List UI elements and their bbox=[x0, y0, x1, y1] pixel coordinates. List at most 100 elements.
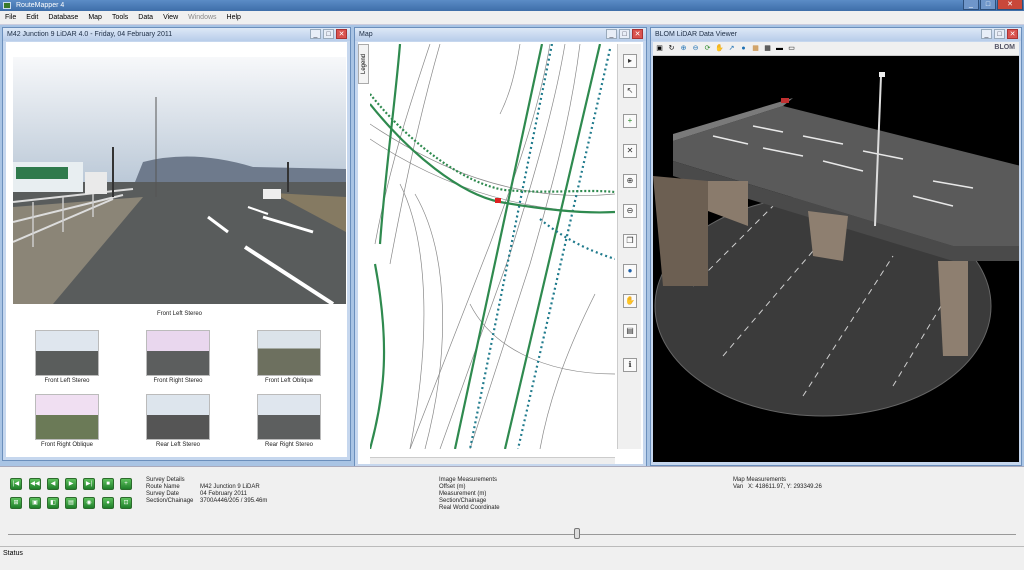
survey-value: M42 Junction 9 LiDAR bbox=[200, 484, 260, 490]
van-label: Van bbox=[733, 484, 744, 490]
menu-file[interactable]: File bbox=[0, 11, 21, 25]
thumbnail-caption: Front Right Stereo bbox=[153, 378, 203, 384]
survey-label: Route Name bbox=[146, 484, 180, 490]
menu-database[interactable]: Database bbox=[43, 11, 83, 25]
map-measurements: Map Measurements Van X: 418611.97, Y: 293… bbox=[733, 477, 953, 491]
panel-close-button[interactable]: ✕ bbox=[336, 29, 347, 39]
survey-label: Section/Chainage bbox=[146, 498, 194, 504]
video-panel-title: M42 Junction 9 LiDAR 4.0 - Friday, 04 Fe… bbox=[7, 31, 173, 38]
panel-close-button[interactable]: ✕ bbox=[632, 29, 643, 39]
thumbnail-caption: Front Left Stereo bbox=[44, 378, 90, 384]
lidar-panel-body: ▣ ↻ ⊕ ⊖ ⟳ ✋ ↗ ● ▦ ▦ ▬ ▭ BLOM bbox=[653, 42, 1019, 462]
layers-icon[interactable]: ▦ bbox=[751, 44, 760, 53]
zoom-in-icon[interactable]: ⊕ bbox=[679, 44, 688, 53]
image-measurements-heading: Image Measurements bbox=[439, 477, 498, 483]
delete-icon[interactable]: ✕ bbox=[623, 144, 637, 158]
map-panel-body: Legend ▸ ↖ + ✕ ⊕ ⊖ ❐ ● ✋ ▤ ℹ bbox=[358, 42, 643, 464]
info-icon[interactable]: ℹ bbox=[623, 358, 637, 372]
stop-button[interactable]: ■ bbox=[102, 478, 114, 490]
survey-label: Survey Date bbox=[146, 491, 180, 497]
panel-maximize-button[interactable]: □ bbox=[994, 29, 1005, 39]
menu-help[interactable]: Help bbox=[222, 11, 246, 25]
bottom-dock: |◀ ◀◀ ◀ ▶ ▶| ■ + ⊞ ▣ ◧ ▤ ◉ ● ⊡ Survey De… bbox=[0, 466, 1024, 546]
zoom-out-icon[interactable]: ⊖ bbox=[623, 204, 637, 218]
app-title-bar: RouteMapper 4 _ □ ✕ bbox=[0, 0, 1024, 11]
image-measurements: Image Measurements Offset (m) Measuremen… bbox=[439, 477, 639, 512]
video-panel-titlebar[interactable]: M42 Junction 9 LiDAR 4.0 - Friday, 04 Fe… bbox=[3, 28, 350, 41]
main-road-image[interactable] bbox=[13, 57, 346, 304]
minimize-button[interactable]: _ bbox=[963, 0, 979, 10]
tool-button-2[interactable]: ▣ bbox=[29, 497, 41, 509]
main-image-caption: Front Left Stereo bbox=[156, 311, 203, 317]
tool-button-6[interactable]: ● bbox=[102, 497, 114, 509]
first-frame-button[interactable]: |◀ bbox=[10, 478, 22, 490]
lidar-panel-titlebar[interactable]: BLOM LiDAR Data Viewer _ □ ✕ bbox=[651, 28, 1021, 41]
tool-button-1[interactable]: ⊞ bbox=[10, 497, 22, 509]
pointer-icon[interactable]: ↖ bbox=[623, 84, 637, 98]
blom-logo: BLOM bbox=[994, 44, 1015, 51]
thumbnail-front-right-oblique[interactable] bbox=[35, 394, 99, 440]
map-canvas[interactable] bbox=[370, 44, 615, 449]
thumbnail-caption: Rear Left Stereo bbox=[155, 442, 201, 448]
tool-button-5[interactable]: ◉ bbox=[83, 497, 95, 509]
export-icon[interactable]: ▭ bbox=[787, 44, 796, 53]
map-panel-titlebar[interactable]: Map _ □ ✕ bbox=[355, 28, 646, 41]
survey-value: 3700A446/205 / 395.46m bbox=[200, 498, 268, 504]
panel-maximize-button[interactable]: □ bbox=[323, 29, 334, 39]
map-horizontal-scrollbar[interactable] bbox=[370, 457, 615, 464]
globe-icon[interactable]: ● bbox=[623, 264, 637, 278]
panel-minimize-button[interactable]: _ bbox=[981, 29, 992, 39]
measure-icon[interactable]: ↗ bbox=[727, 44, 736, 53]
globe-icon[interactable]: ● bbox=[739, 44, 748, 53]
thumbnail-rear-right-stereo[interactable] bbox=[257, 394, 321, 440]
thumbnail-front-left-oblique[interactable] bbox=[257, 330, 321, 376]
menu-tools[interactable]: Tools bbox=[107, 11, 133, 25]
rotate-icon[interactable]: ⟳ bbox=[703, 44, 712, 53]
menu-windows[interactable]: Windows bbox=[183, 11, 221, 25]
refresh-icon[interactable]: ↻ bbox=[667, 44, 676, 53]
add-button[interactable]: + bbox=[120, 478, 132, 490]
print-icon[interactable]: ▤ bbox=[623, 324, 637, 338]
grid-icon[interactable]: ▦ bbox=[763, 44, 772, 53]
add-icon[interactable]: + bbox=[623, 114, 637, 128]
timeline-slider-track[interactable] bbox=[8, 534, 1016, 535]
zoom-in-icon[interactable]: ⊕ bbox=[623, 174, 637, 188]
tool-button-4[interactable]: ▤ bbox=[65, 497, 77, 509]
survey-value: 04 February 2011 bbox=[200, 491, 247, 497]
van-coordinates: X: 418611.97, Y: 293349.26 bbox=[748, 484, 822, 490]
maximize-button[interactable]: □ bbox=[980, 0, 996, 10]
tool-button-7[interactable]: ⊡ bbox=[120, 497, 132, 509]
legend-tab[interactable]: Legend bbox=[358, 44, 369, 84]
panel-close-button[interactable]: ✕ bbox=[1007, 29, 1018, 39]
status-text: Status bbox=[3, 550, 23, 557]
pan-icon[interactable]: ✋ bbox=[715, 44, 724, 53]
zoom-out-icon[interactable]: ⊖ bbox=[691, 44, 700, 53]
lidar-panel-title: BLOM LiDAR Data Viewer bbox=[655, 31, 737, 38]
menu-map[interactable]: Map bbox=[83, 11, 107, 25]
thumbnail-rear-left-stereo[interactable] bbox=[146, 394, 210, 440]
video-panel: M42 Junction 9 LiDAR 4.0 - Friday, 04 Fe… bbox=[2, 27, 351, 461]
lidar-panel: BLOM LiDAR Data Viewer _ □ ✕ ▣ ↻ ⊕ ⊖ ⟳ ✋ ↗ ● ▦ ▦ ▬ ▭ … bbox=[650, 27, 1022, 466]
close-button[interactable]: ✕ bbox=[997, 0, 1023, 10]
step-back-button[interactable]: ◀ bbox=[47, 478, 59, 490]
settings-icon[interactable]: ▬ bbox=[775, 44, 784, 53]
timeline-slider-thumb[interactable] bbox=[574, 528, 580, 539]
image-icon[interactable]: ▣ bbox=[655, 44, 664, 53]
lidar-point-cloud-view[interactable] bbox=[653, 56, 1019, 462]
thumbnail-front-right-stereo[interactable] bbox=[146, 330, 210, 376]
thumbnail-front-left-stereo[interactable] bbox=[35, 330, 99, 376]
panel-minimize-button[interactable]: _ bbox=[310, 29, 321, 39]
menu-view[interactable]: View bbox=[158, 11, 183, 25]
menu-data[interactable]: Data bbox=[133, 11, 158, 25]
step-forward-button[interactable]: ▶| bbox=[83, 478, 95, 490]
pan-hand-icon[interactable]: ✋ bbox=[623, 294, 637, 308]
legend-icon[interactable]: ▸ bbox=[623, 54, 637, 68]
panel-maximize-button[interactable]: □ bbox=[619, 29, 630, 39]
tool-button-3[interactable]: ◧ bbox=[47, 497, 59, 509]
play-button[interactable]: ▶ bbox=[65, 478, 77, 490]
image-measurement-row: Offset (m) bbox=[439, 484, 466, 490]
panel-minimize-button[interactable]: _ bbox=[606, 29, 617, 39]
copy-icon[interactable]: ❐ bbox=[623, 234, 637, 248]
menu-edit[interactable]: Edit bbox=[21, 11, 43, 25]
previous-button[interactable]: ◀◀ bbox=[29, 478, 41, 490]
